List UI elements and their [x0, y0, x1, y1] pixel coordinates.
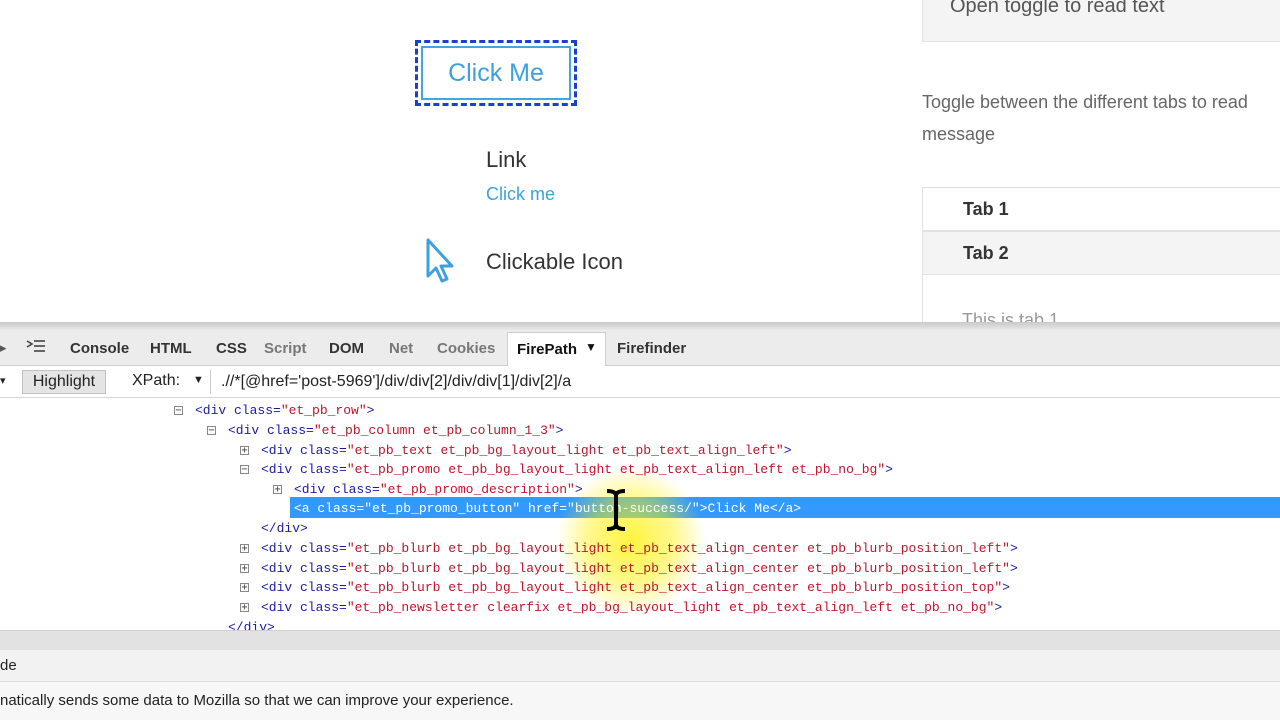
inspect-icon[interactable]: ▸ — [0, 340, 7, 356]
tree-node[interactable]: <div class="et_pb_blurb et_pb_bg_layout_… — [261, 541, 1018, 556]
tree-node[interactable]: <div class="et_pb_promo et_pb_bg_layout_… — [261, 462, 893, 477]
tab-css[interactable]: CSS — [216, 340, 247, 357]
clickable-icon-heading: Clickable Icon — [486, 249, 623, 274]
collapse-icon[interactable]: − — [207, 426, 216, 436]
firebug-panel: ▸ Console HTML CSS Script DOM Net Cookie… — [0, 322, 1280, 720]
link-heading: Link — [486, 147, 527, 172]
text-cursor-icon — [606, 489, 626, 531]
tab-net[interactable]: Net — [389, 340, 413, 357]
expand-icon[interactable]: + — [240, 446, 249, 456]
menu-arrow-icon[interactable]: ▾ — [0, 374, 6, 387]
expand-icon[interactable]: + — [240, 564, 249, 574]
command-line-icon[interactable] — [26, 339, 46, 355]
tab-cookies[interactable]: Cookies — [437, 340, 495, 357]
highlight-button[interactable]: Highlight — [22, 370, 106, 394]
expand-icon[interactable]: + — [240, 583, 249, 593]
tab-1-label[interactable]: Tab 1 — [963, 199, 1009, 220]
tree-node[interactable]: <div class="et_pb_blurb et_pb_bg_layout_… — [261, 561, 1018, 576]
tab-firefinder[interactable]: Firefinder — [617, 340, 686, 357]
panel-resize-edge[interactable] — [0, 322, 1280, 330]
dom-tree-panel: − − + − + + + + + <div class="et_pb_row"… — [0, 398, 1280, 630]
xpath-input[interactable] — [213, 370, 1280, 394]
expand-icon[interactable]: + — [240, 603, 249, 613]
toolbar-divider — [210, 370, 211, 394]
collapse-icon[interactable]: − — [240, 465, 249, 475]
firebug-status-bar — [0, 630, 1280, 650]
tab-firepath[interactable]: FirePath ▼ — [507, 332, 606, 366]
xpath-selector-label[interactable]: XPath: — [132, 372, 180, 390]
tab-2-label[interactable]: Tab 2 — [963, 243, 1009, 264]
tab-dom[interactable]: DOM — [329, 340, 364, 357]
firepath-toolbar: ▾ Highlight XPath: ▼ — [0, 366, 1280, 398]
tab-script[interactable]: Script — [264, 340, 307, 357]
notification-text: natically sends some data to Mozilla so … — [0, 692, 514, 709]
tree-node[interactable]: </div> — [261, 521, 308, 536]
expand-icon[interactable]: + — [240, 544, 249, 554]
tree-node-selected[interactable]: <a class="et_pb_promo_button" href="butt… — [294, 501, 801, 516]
tab-html[interactable]: HTML — [150, 340, 192, 357]
tree-node[interactable]: <div class="et_pb_blurb et_pb_bg_layout_… — [261, 580, 1010, 595]
tab-content-text: This is tab 1 — [962, 310, 1060, 322]
collapse-icon[interactable]: − — [174, 406, 183, 416]
tree-node[interactable]: <div class="et_pb_row"> — [195, 403, 374, 418]
tree-node[interactable]: <div class="et_pb_column et_pb_column_1_… — [228, 423, 563, 438]
xpath-dropdown-icon[interactable]: ▼ — [193, 374, 204, 386]
data-reporting-notification: natically sends some data to Mozilla so … — [0, 682, 1280, 720]
tab-2[interactable]: Tab 2 — [922, 231, 1280, 275]
cursor-arrow-icon[interactable] — [424, 238, 456, 284]
tree-node[interactable]: <div class="et_pb_promo_description"> — [294, 482, 583, 497]
tree-node[interactable]: <div class="et_pb_newsletter clearfix et… — [261, 600, 1002, 615]
firebug-tab-bar: ▸ Console HTML CSS Script DOM Net Cookie… — [0, 330, 1280, 366]
click-me-button-label[interactable]: Click Me — [421, 46, 571, 100]
dropdown-arrow-icon[interactable]: ▼ — [585, 340, 597, 354]
click-me-link[interactable]: Click me — [486, 184, 555, 205]
tree-node[interactable]: <div class="et_pb_text et_pb_bg_layout_l… — [261, 443, 792, 458]
notification-fragment: de — [0, 657, 17, 674]
expand-icon[interactable]: + — [273, 485, 282, 495]
tree-node[interactable]: </div> — [228, 620, 275, 630]
notification-bar-top: de — [0, 650, 1280, 682]
toggle-title[interactable]: Open toggle to read text — [950, 0, 1165, 18]
tab-firepath-label[interactable]: FirePath — [517, 341, 577, 358]
toggle-description: Toggle between the different tabs to rea… — [922, 92, 1248, 144]
web-page: Click Me Link Click me Clickable Icon Op… — [0, 0, 1280, 322]
click-me-button[interactable]: Click Me — [415, 40, 577, 106]
tab-console[interactable]: Console — [70, 340, 129, 357]
tab-1[interactable]: Tab 1 — [922, 187, 1280, 231]
